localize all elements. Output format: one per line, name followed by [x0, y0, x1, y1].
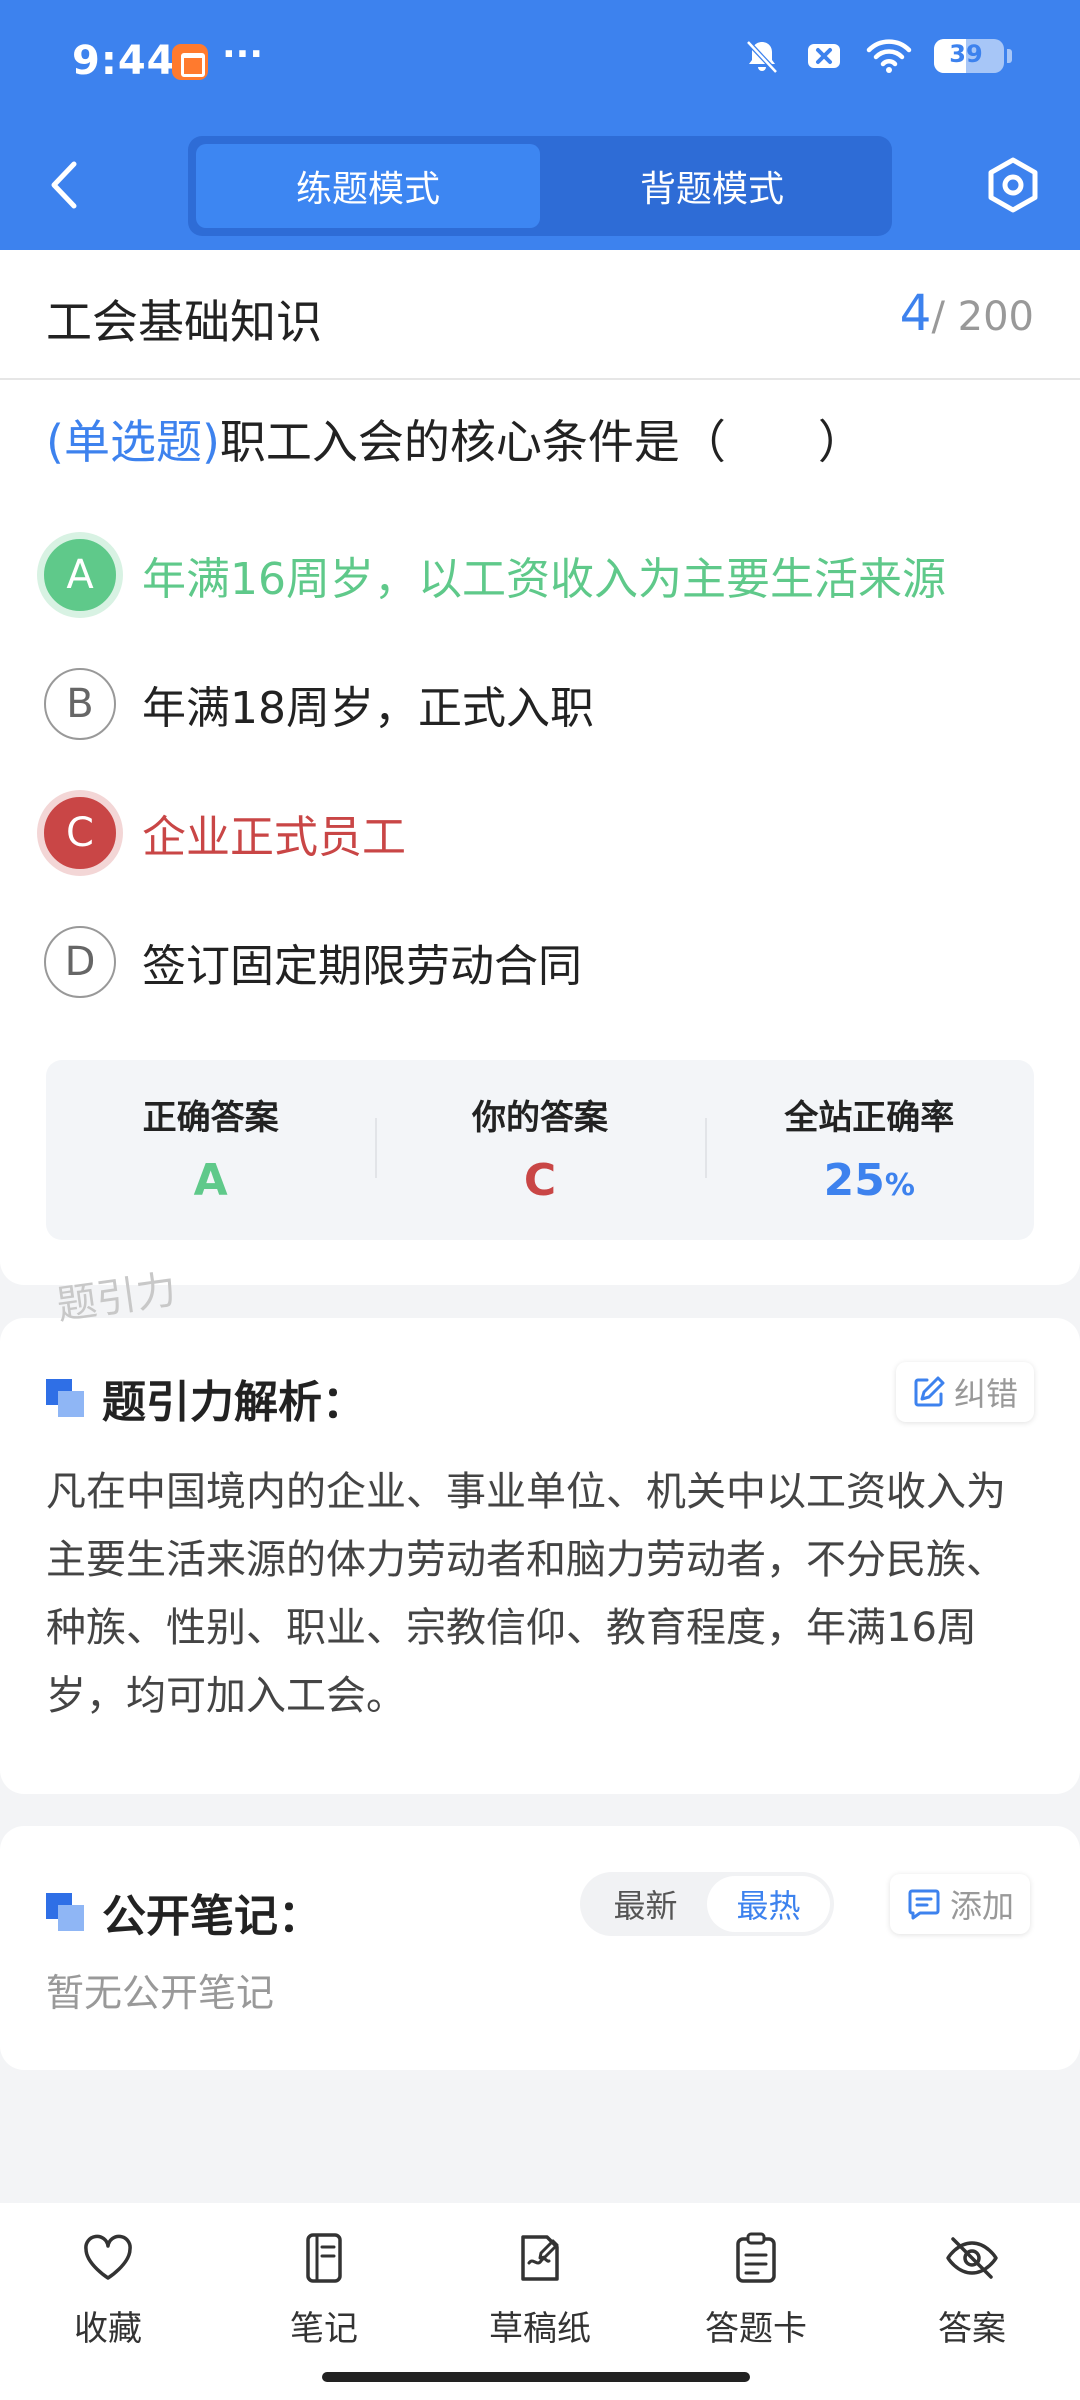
more-notifications-icon: ··· [222, 34, 264, 75]
eye-off-icon [946, 2237, 998, 2279]
notes-card: 公开笔记： 最新 最热 添加 暂无公开笔记 [0, 1826, 1080, 2070]
correct-answer: 正确答案 A [46, 1060, 375, 1240]
answer-sheet-label: 答题卡 [705, 2309, 807, 2349]
your-answer: 你的答案 C [375, 1060, 704, 1240]
report-error-button[interactable]: 纠错 [896, 1362, 1035, 1422]
answer-summary: 正确答案 A 你的答案 C 全站正确率 25% [46, 1060, 1034, 1240]
analysis-title: 题引力解析： [102, 1377, 366, 1428]
notes-sort-toggle: 最新 最热 [580, 1872, 834, 1936]
status-bar: 9:44 ··· 39 [0, 0, 1080, 120]
favorite-label: 收藏 [74, 2309, 142, 2349]
battery-level: 39 [949, 40, 983, 68]
bottom-toolbar: 收藏 笔记 草稿纸 答题卡 答案 [0, 2203, 1080, 2400]
question-stem: (单选题)职工入会的核心条件是（ ） [46, 406, 864, 472]
answer-sheet-button[interactable]: 答题卡 [648, 2203, 864, 2400]
site-accuracy: 全站正确率 25% [704, 1060, 1034, 1240]
comment-icon [908, 1889, 940, 1920]
analysis-header: 题引力解析： [46, 1366, 366, 1430]
your-answer-label: 你的答案 [471, 1098, 608, 1138]
notes-empty-text: 暂无公开笔记 [46, 1971, 275, 2015]
question-type-tag: (单选题) [46, 415, 220, 469]
toggle-answer-label: 答案 [938, 2309, 1006, 2349]
option-letter: B [44, 668, 116, 740]
add-note-label: 添加 [950, 1887, 1015, 1925]
option-letter: C [44, 797, 116, 869]
accuracy-number: 25 [823, 1155, 885, 1206]
draft-paper-icon [521, 2235, 559, 2281]
draft-paper-label: 草稿纸 [489, 2309, 591, 2349]
subject-row: 工会基础知识 4/ 200 [0, 250, 1080, 380]
site-accuracy-label: 全站正确率 [784, 1098, 955, 1138]
question-progress: 4/ 200 [900, 284, 1034, 342]
tab-practice-mode[interactable]: 练题模式 [196, 144, 540, 228]
bell-muted-icon [746, 40, 778, 74]
status-icons: 39 [742, 36, 1012, 76]
shopping-app-icon [172, 44, 208, 80]
option-text: 签订固定期限劳动合同 [142, 941, 582, 992]
header: 9:44 ··· 39 练题模式 背题模式 [0, 0, 1080, 250]
settings-icon[interactable] [982, 154, 1044, 216]
heart-icon [84, 2234, 132, 2280]
current-question-number: 4 [899, 284, 932, 342]
subject-title: 工会基础知识 [46, 295, 322, 349]
draft-paper-button[interactable]: 草稿纸 [432, 2203, 648, 2400]
toggle-answer-button[interactable]: 答案 [864, 2203, 1080, 2400]
option-a[interactable]: A 年满16周岁，以工资收入为主要生活来源 [44, 525, 946, 625]
option-b[interactable]: B 年满18周岁，正式入职 [44, 654, 594, 754]
nav-bar: 练题模式 背题模式 [0, 130, 1080, 240]
correct-answer-label: 正确答案 [142, 1098, 279, 1138]
option-letter: A [44, 539, 116, 611]
option-letter: D [44, 926, 116, 998]
wifi-icon [866, 39, 912, 73]
notes-title: 公开笔记： [102, 1891, 322, 1942]
option-c[interactable]: C 企业正式员工 [44, 783, 406, 883]
section-squares-icon [46, 1893, 84, 1931]
notes-button[interactable]: 笔记 [216, 2203, 432, 2400]
accuracy-unit: % [884, 1168, 915, 1203]
total-questions: / 200 [931, 294, 1034, 340]
sort-latest[interactable]: 最新 [584, 1876, 707, 1932]
status-time: 9:44 [72, 38, 176, 84]
report-error-label: 纠错 [954, 1375, 1019, 1413]
notes-header: 公开笔记： [46, 1880, 322, 1944]
question-card: 工会基础知识 4/ 200 (单选题)职工入会的核心条件是（ ） A 年满16周… [0, 250, 1080, 1285]
option-text: 年满16周岁，以工资收入为主要生活来源 [142, 554, 946, 605]
option-text: 企业正式员工 [142, 812, 406, 863]
home-indicator[interactable] [322, 2372, 750, 2382]
mode-switch: 练题模式 背题模式 [188, 136, 892, 236]
correct-answer-value: A [193, 1155, 228, 1206]
back-arrow-icon[interactable] [40, 150, 90, 220]
sim-disabled-icon [808, 44, 840, 68]
notebook-icon [306, 2233, 342, 2283]
option-text: 年满18周岁，正式入职 [142, 683, 594, 734]
analysis-text: 凡在中国境内的企业、事业单位、机关中以工资收入为主要生活来源的体力劳动者和脑力劳… [46, 1469, 1006, 1719]
option-d[interactable]: D 签订固定期限劳动合同 [44, 912, 582, 1012]
your-answer-value: C [523, 1155, 557, 1206]
battery-icon: 39 [934, 39, 1012, 73]
analysis-card: 题引力解析： 纠错 凡在中国境内的企业、事业单位、机关中以工资收入为主要生活来源… [0, 1318, 1080, 1794]
notes-label: 笔记 [290, 2309, 358, 2349]
section-squares-icon [46, 1379, 84, 1417]
edit-icon [914, 1376, 945, 1407]
site-accuracy-value: 25% [705, 1155, 1034, 1206]
question-text: 职工入会的核心条件是（ ） [219, 415, 864, 469]
sort-hottest[interactable]: 最热 [707, 1876, 830, 1932]
favorite-button[interactable]: 收藏 [0, 2203, 216, 2400]
add-note-button[interactable]: 添加 [890, 1874, 1031, 1934]
tab-memorize-mode[interactable]: 背题模式 [540, 144, 884, 228]
answer-sheet-icon [736, 2232, 776, 2283]
